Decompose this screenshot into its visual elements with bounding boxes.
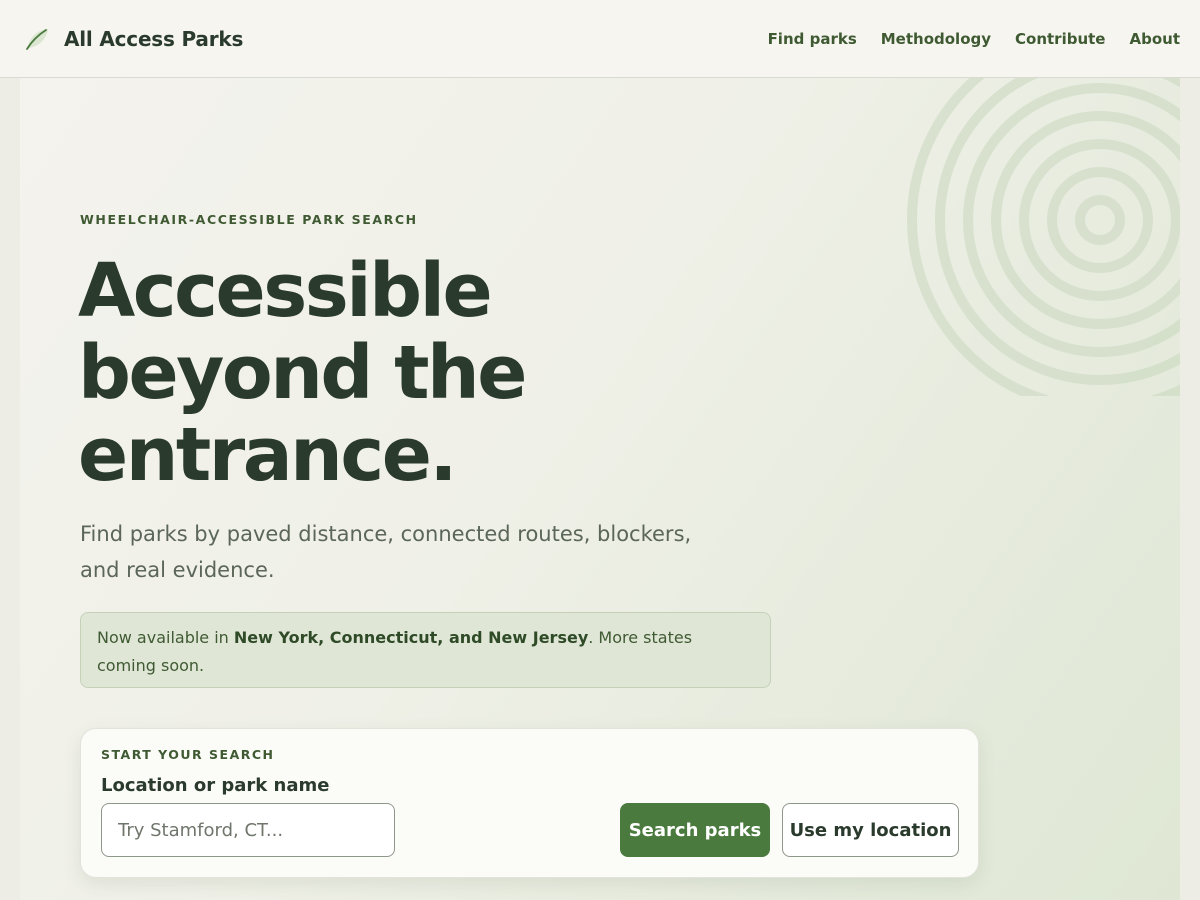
notice-prefix: Now available in [97, 628, 234, 647]
site-header: All Access Parks Find parks Methodology … [0, 0, 1200, 78]
notice-states: New York, Connecticut, and New Jersey [233, 628, 589, 647]
location-field-label: Location or park name [101, 775, 330, 796]
leaf-icon [26, 28, 48, 50]
use-my-location-button[interactable]: Use my location [782, 803, 959, 857]
search-card-label: START YOUR SEARCH [101, 747, 275, 762]
nav-about[interactable]: About [1129, 30, 1180, 48]
search-parks-button[interactable]: Search parks [620, 803, 770, 857]
brand[interactable]: All Access Parks [24, 26, 243, 52]
hero-subtitle: Find parks by paved distance, connected … [80, 522, 692, 582]
hero-headline: Accessible beyond the entrance. [78, 250, 698, 496]
availability-notice: Now available in New York, Connecticut, … [80, 612, 771, 688]
hero-eyebrow: WHEELCHAIR-ACCESSIBLE PARK SEARCH [80, 212, 418, 227]
headline-line-1: Accessible [78, 248, 493, 334]
hero-section: WHEELCHAIR-ACCESSIBLE PARK SEARCH Access… [20, 78, 1180, 900]
nav-methodology[interactable]: Methodology [881, 30, 991, 48]
search-card: START YOUR SEARCH Location or park name … [80, 728, 979, 878]
brand-name: All Access Parks [64, 26, 244, 51]
main-nav: Find parks Methodology Contribute About [768, 30, 1180, 48]
location-search-input[interactable] [101, 803, 395, 857]
nav-contribute[interactable]: Contribute [1015, 30, 1105, 48]
headline-line-3: entrance. [78, 412, 458, 498]
nav-find-parks[interactable]: Find parks [768, 30, 857, 48]
headline-line-2: beyond the [78, 330, 527, 416]
concentric-rings-icon [907, 78, 1180, 396]
